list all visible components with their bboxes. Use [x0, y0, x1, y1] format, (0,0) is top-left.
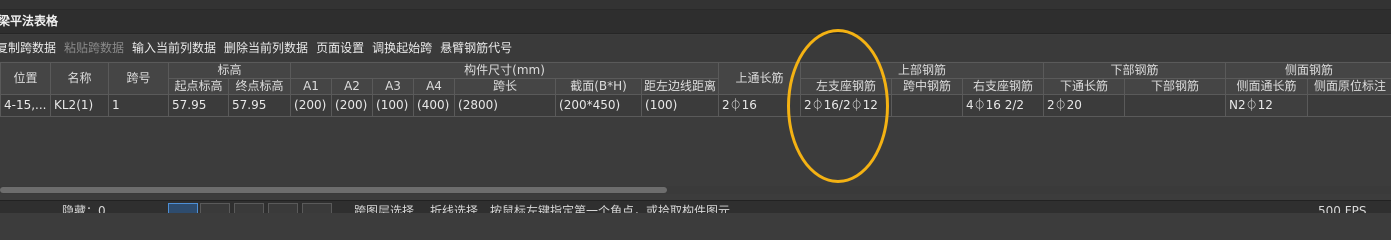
panel-title: 梁平法表格	[0, 14, 59, 28]
cell-position[interactable]: 4-15,...	[0, 94, 51, 117]
group-header-side-rebar: 侧面钢筋	[1225, 62, 1391, 79]
group-header-member-size: 构件尺寸(mm)	[290, 62, 720, 79]
paste-span-data-button[interactable]: 粘贴跨数据	[60, 36, 128, 60]
col-header-position: 位置	[0, 62, 51, 95]
group-header-bottom-rebar: 下部钢筋	[1043, 62, 1227, 79]
col-header-end-elev: 终点标高	[227, 78, 292, 95]
status-bar: 隐藏：0 跨图层选择 折线选择 按鼠标左键指定第一个角点，或拾取构件图元 500…	[0, 200, 1391, 213]
col-header-name: 名称	[50, 62, 109, 95]
scrollbar-thumb[interactable]	[0, 187, 667, 193]
beam-table-window: 梁平法表格 复制跨数据 粘贴跨数据 输入当前列数据 删除当前列数据 页面设置 调…	[0, 0, 1391, 213]
copy-span-data-button[interactable]: 复制跨数据	[0, 36, 60, 60]
col-header-start-elev: 起点标高	[168, 78, 229, 95]
dynamic-input-toggle[interactable]	[268, 203, 298, 213]
fps-readout: 500 FPS	[1318, 204, 1367, 213]
ortho-toggle[interactable]	[168, 203, 198, 213]
cell-start-elev[interactable]: 57.95	[168, 94, 229, 117]
col-header-left-support: 左支座钢筋	[800, 78, 893, 95]
cell-span-len[interactable]: (2800)	[454, 94, 557, 117]
cell-a3[interactable]: (100)	[372, 94, 415, 117]
panel-title-bar: 梁平法表格	[0, 10, 1391, 34]
col-header-mid-span: 跨中钢筋	[891, 78, 964, 95]
input-current-column-button[interactable]: 输入当前列数据	[128, 36, 220, 60]
table-empty-area	[0, 117, 1391, 185]
grid-toggle[interactable]	[234, 203, 264, 213]
page-settings-button[interactable]: 页面设置	[312, 36, 368, 60]
cell-name[interactable]: KL2(1)	[50, 94, 109, 117]
col-header-top-through: 上通长筋	[718, 62, 802, 95]
col-header-side-through: 侧面通长筋	[1225, 78, 1309, 95]
cell-right-support[interactable]: 4⏀16 2/2	[962, 94, 1045, 117]
cell-a1[interactable]: (200)	[290, 94, 333, 117]
polyline-select-button[interactable]: 折线选择	[430, 204, 478, 213]
add-toggle[interactable]	[302, 203, 332, 213]
cell-left-support[interactable]: 2⏀16/2⏀12	[800, 94, 893, 117]
col-header-a1: A1	[290, 78, 333, 95]
hidden-count: 隐藏：0	[62, 204, 106, 213]
cell-side-origin[interactable]	[1307, 94, 1391, 117]
toolbar: 复制跨数据 粘贴跨数据 输入当前列数据 删除当前列数据 页面设置 调换起始跨 悬…	[0, 35, 1391, 61]
col-header-bottom-through: 下通长筋	[1043, 78, 1126, 95]
col-header-a3: A3	[372, 78, 415, 95]
cell-mid-span[interactable]	[891, 94, 964, 117]
col-header-a2: A2	[331, 78, 374, 95]
cell-side-through[interactable]: N2⏀12	[1225, 94, 1309, 117]
layer-select-button[interactable]: 跨图层选择	[354, 204, 414, 213]
cell-bottom-through[interactable]: 2⏀20	[1043, 94, 1126, 117]
cell-edge-dist[interactable]: (100)	[641, 94, 720, 117]
col-header-right-support: 右支座钢筋	[962, 78, 1045, 95]
cell-section[interactable]: (200*450)	[555, 94, 643, 117]
col-header-bottom-rebar: 下部钢筋	[1124, 78, 1227, 95]
cell-a2[interactable]: (200)	[331, 94, 374, 117]
group-header-top-rebar: 上部钢筋	[800, 62, 1045, 79]
command-hint: 按鼠标左键指定第一个角点，或拾取构件图元	[490, 204, 731, 213]
cell-a4[interactable]: (400)	[413, 94, 456, 117]
swap-start-span-button[interactable]: 调换起始跨	[368, 36, 436, 60]
col-header-a4: A4	[413, 78, 456, 95]
col-header-edge-dist: 距左边线距离	[641, 78, 720, 95]
col-header-section: 截面(B*H)	[555, 78, 643, 95]
beam-span-table: 位置 名称 跨号 标高 构件尺寸(mm) 上通长筋 上部钢筋 下部钢筋 侧面钢筋…	[0, 62, 1391, 117]
cell-span-no[interactable]: 1	[108, 94, 169, 117]
window-titlebar	[0, 0, 1391, 10]
table-row[interactable]: 4-15,... KL2(1) 1 57.95 57.95 (200) (200…	[0, 94, 1391, 117]
cantilever-rebar-code-button[interactable]: 悬臂钢筋代号	[436, 36, 516, 60]
delete-current-column-button[interactable]: 删除当前列数据	[220, 36, 312, 60]
snap-toggle[interactable]	[200, 203, 230, 213]
cell-bottom-rebar[interactable]	[1124, 94, 1227, 117]
cell-end-elev[interactable]: 57.95	[227, 94, 292, 117]
cell-top-through[interactable]: 2⏀16	[718, 94, 802, 117]
col-header-span-no: 跨号	[108, 62, 169, 95]
col-header-span-len: 跨长	[454, 78, 557, 95]
col-header-side-origin: 侧面原位标注	[1307, 78, 1391, 95]
group-header-elevation: 标高	[167, 62, 292, 79]
horizontal-scrollbar[interactable]	[0, 186, 1391, 194]
